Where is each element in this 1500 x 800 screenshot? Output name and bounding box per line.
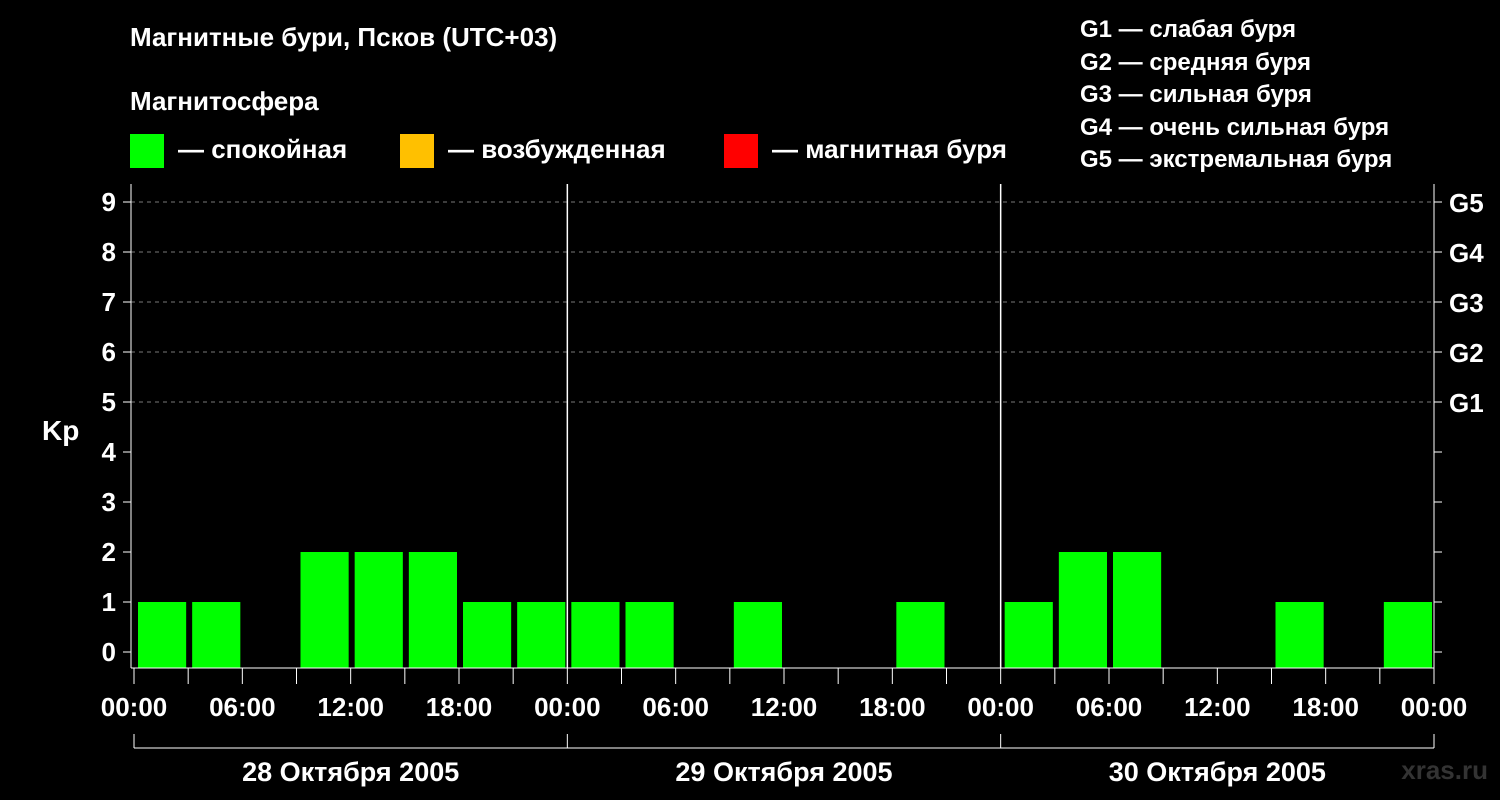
g-tick-label: G4 bbox=[1449, 238, 1484, 268]
x-tick-label: 00:00 bbox=[1401, 692, 1468, 722]
day-label: 29 Октября 2005 bbox=[675, 757, 892, 787]
g-tick-label: G2 bbox=[1449, 338, 1484, 368]
g-tick-label: G5 bbox=[1449, 188, 1484, 218]
site-watermark: xras.ru bbox=[1401, 755, 1488, 785]
kp-bar bbox=[1113, 552, 1162, 668]
kp-bar bbox=[463, 602, 512, 668]
y-tick-label: 5 bbox=[102, 387, 116, 417]
kp-bar bbox=[625, 602, 674, 668]
kp-bar bbox=[1058, 552, 1107, 668]
x-tick-label: 00:00 bbox=[967, 692, 1034, 722]
x-tick-label: 18:00 bbox=[426, 692, 493, 722]
kp-bar bbox=[1275, 602, 1324, 668]
y-axis-label: Kp bbox=[42, 415, 79, 446]
kp-bar bbox=[1383, 602, 1432, 668]
y-tick-label: 1 bbox=[102, 587, 116, 617]
x-tick-label: 12:00 bbox=[317, 692, 384, 722]
g-tick-label: G1 bbox=[1449, 388, 1484, 418]
day-label: 30 Октября 2005 bbox=[1109, 757, 1326, 787]
kp-bar bbox=[896, 602, 945, 668]
y-tick-label: 4 bbox=[102, 437, 117, 467]
y-tick-label: 7 bbox=[102, 287, 116, 317]
y-tick-label: 2 bbox=[102, 537, 116, 567]
x-tick-label: 12:00 bbox=[751, 692, 818, 722]
kp-bar bbox=[300, 552, 349, 668]
y-tick-label: 6 bbox=[102, 337, 116, 367]
x-tick-label: 00:00 bbox=[101, 692, 168, 722]
g-tick-label: G3 bbox=[1449, 288, 1484, 318]
y-tick-label: 0 bbox=[102, 637, 116, 667]
x-tick-label: 12:00 bbox=[1184, 692, 1251, 722]
y-tick-label: 9 bbox=[102, 187, 116, 217]
kp-bar bbox=[192, 602, 241, 668]
x-tick-label: 18:00 bbox=[859, 692, 926, 722]
y-tick-label: 8 bbox=[102, 237, 116, 267]
day-label: 28 Октября 2005 bbox=[242, 757, 459, 787]
kp-bar bbox=[354, 552, 403, 668]
x-tick-label: 06:00 bbox=[209, 692, 276, 722]
x-tick-label: 18:00 bbox=[1292, 692, 1359, 722]
kp-bar bbox=[517, 602, 566, 668]
x-tick-label: 06:00 bbox=[1076, 692, 1143, 722]
kp-chart: 0 1 2 3 4 5 6 7 8 9 G1 G2 G3 G4 G5 Kp 00:00 06:00 12:00 18:… bbox=[42, 184, 1484, 787]
y-tick-label: 3 bbox=[102, 487, 116, 517]
kp-bar bbox=[1004, 602, 1053, 668]
kp-bar bbox=[571, 602, 620, 668]
kp-bar bbox=[138, 602, 187, 668]
kp-bar bbox=[733, 602, 782, 668]
x-tick-label: 06:00 bbox=[642, 692, 709, 722]
x-tick-label: 00:00 bbox=[534, 692, 601, 722]
kp-bar bbox=[408, 552, 457, 668]
